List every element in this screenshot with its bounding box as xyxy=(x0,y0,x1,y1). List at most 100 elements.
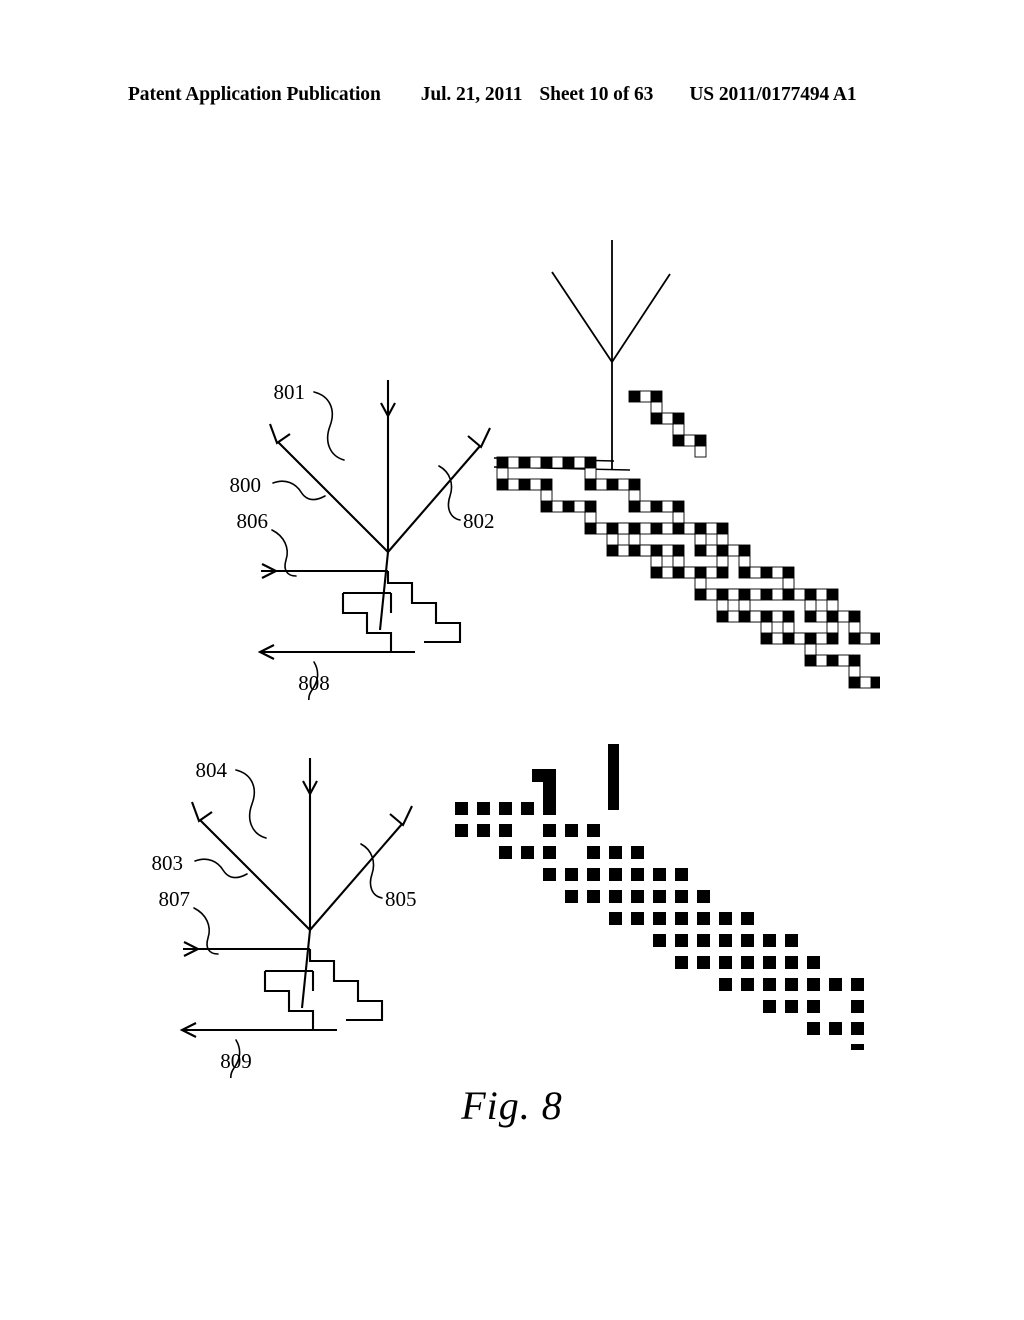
pattern-cell-hollow xyxy=(694,577,707,590)
pattern-cell-hollow xyxy=(529,456,542,469)
pattern-dot-cell xyxy=(763,978,776,991)
pattern-dot-cell xyxy=(719,912,732,925)
pattern-cell-filled xyxy=(518,456,531,469)
pattern-cell-hollow xyxy=(617,522,630,535)
pattern-cell-filled xyxy=(562,500,575,513)
pattern-dot-cell xyxy=(631,868,644,881)
pattern-dot-cell xyxy=(675,956,688,969)
pattern-dot-cell xyxy=(565,890,578,903)
pattern-cell-hollow xyxy=(639,500,652,513)
pattern-cell-hollow xyxy=(837,654,850,667)
patent-page: Patent Application Publication Jul. 21, … xyxy=(0,0,1024,1320)
pattern-cell-filled xyxy=(672,544,685,557)
pattern-dot-cell xyxy=(653,890,666,903)
pattern-cell-filled xyxy=(760,588,773,601)
pattern-dot-cell xyxy=(851,1044,864,1050)
pattern-dot-cell xyxy=(631,890,644,903)
leader-807-line xyxy=(193,907,219,955)
pattern-cell-hollow xyxy=(738,555,751,568)
pattern-cell-hollow xyxy=(749,610,762,623)
pattern-cell-filled xyxy=(782,566,795,579)
pattern-cell-hollow xyxy=(628,533,641,546)
pattern-cell-hollow xyxy=(672,555,685,568)
pattern-cell-hollow xyxy=(826,621,839,634)
pattern-dot-cell xyxy=(719,978,732,991)
pattern-cell-filled xyxy=(496,456,509,469)
pattern-dot-cell xyxy=(499,846,512,859)
ray-left-line xyxy=(277,441,389,553)
pattern-cell-filled xyxy=(826,654,839,667)
reference-label-800: 800 xyxy=(230,473,262,497)
pattern-cell-hollow xyxy=(771,566,784,579)
pattern-cell-hollow xyxy=(661,412,674,425)
pattern-cell-hollow xyxy=(606,533,619,546)
pattern-cell-filled xyxy=(694,434,707,447)
pattern-cell-filled xyxy=(672,434,685,447)
figure-caption: Fig. 8 xyxy=(461,1083,563,1128)
pattern-cell-filled xyxy=(760,610,773,623)
pattern-cell-hollow xyxy=(815,588,828,601)
pattern-cell-hollow xyxy=(661,522,674,535)
leader-804-line xyxy=(235,769,267,839)
pattern-cell-filled xyxy=(672,566,685,579)
pattern-cell-filled xyxy=(826,632,839,645)
reference-label-807: 807 xyxy=(159,887,191,911)
pattern-dot-cell xyxy=(631,846,644,859)
pattern-cell-filled xyxy=(716,610,729,623)
pattern-cell-filled xyxy=(584,522,597,535)
pattern-dot-cell xyxy=(807,1000,820,1013)
leader-800-line xyxy=(272,480,326,501)
pattern-cell-hollow xyxy=(727,610,740,623)
reference-label-806: 806 xyxy=(237,509,269,533)
pattern-cell-hollow xyxy=(672,511,685,524)
pattern-cell-hollow xyxy=(804,599,817,612)
pattern-cell-hollow xyxy=(639,390,652,403)
pattern-dot-cell xyxy=(763,1000,776,1013)
pattern-cell-hollow xyxy=(804,643,817,656)
pattern-dot-cell xyxy=(609,912,622,925)
arrowhead-right-icon xyxy=(389,805,413,827)
pattern-cell-filled xyxy=(628,478,641,491)
staircase-upper-line xyxy=(308,949,384,1022)
pattern-cell-filled xyxy=(584,456,597,469)
pattern-cell-filled xyxy=(694,588,707,601)
pattern-dot-cell xyxy=(741,934,754,947)
pattern-cell-filled xyxy=(848,654,861,667)
staircase-lower-line xyxy=(341,593,415,654)
pattern-cell-hollow xyxy=(859,676,872,689)
pattern-cell-hollow xyxy=(749,588,762,601)
pattern-cell-hollow xyxy=(573,456,586,469)
ray-right-line xyxy=(611,273,671,363)
pattern-dot-cell xyxy=(807,1022,820,1035)
pattern-cell-hollow xyxy=(705,566,718,579)
pattern-dot-cell xyxy=(697,890,710,903)
pattern-cell-hollow xyxy=(540,489,553,502)
pattern-cell-hollow xyxy=(650,401,663,414)
pattern-dot-cell xyxy=(543,846,556,859)
reference-label-803: 803 xyxy=(152,851,184,875)
pattern-dot-cell xyxy=(741,978,754,991)
pattern-dot-cell xyxy=(587,890,600,903)
pattern-cell-hollow xyxy=(815,654,828,667)
pattern-dot-cell xyxy=(675,912,688,925)
pattern-dot-cell xyxy=(675,934,688,947)
pattern-cell-filled xyxy=(738,566,751,579)
pattern-cell-hollow xyxy=(749,566,762,579)
pattern-cell-filled xyxy=(650,544,663,557)
pattern-cell-hollow xyxy=(639,544,652,557)
pattern-cell-filled xyxy=(606,522,619,535)
pattern-cell-hollow xyxy=(595,478,608,491)
pattern-cell-filled xyxy=(672,500,685,513)
pattern-cell-hollow xyxy=(694,533,707,546)
pattern-dot-cell xyxy=(785,934,798,947)
pattern-cell-hollow xyxy=(771,632,784,645)
pattern-cell-hollow xyxy=(507,478,520,491)
pattern-cell-hollow xyxy=(672,423,685,436)
antenna-stem-line xyxy=(378,551,390,631)
leader-801-line xyxy=(313,391,345,461)
pattern-dot-cell xyxy=(741,912,754,925)
pattern-cell-hollow xyxy=(584,467,597,480)
pattern-cell-filled xyxy=(650,390,663,403)
pattern-cell-filled xyxy=(540,456,553,469)
pattern-cell-filled xyxy=(716,522,729,535)
